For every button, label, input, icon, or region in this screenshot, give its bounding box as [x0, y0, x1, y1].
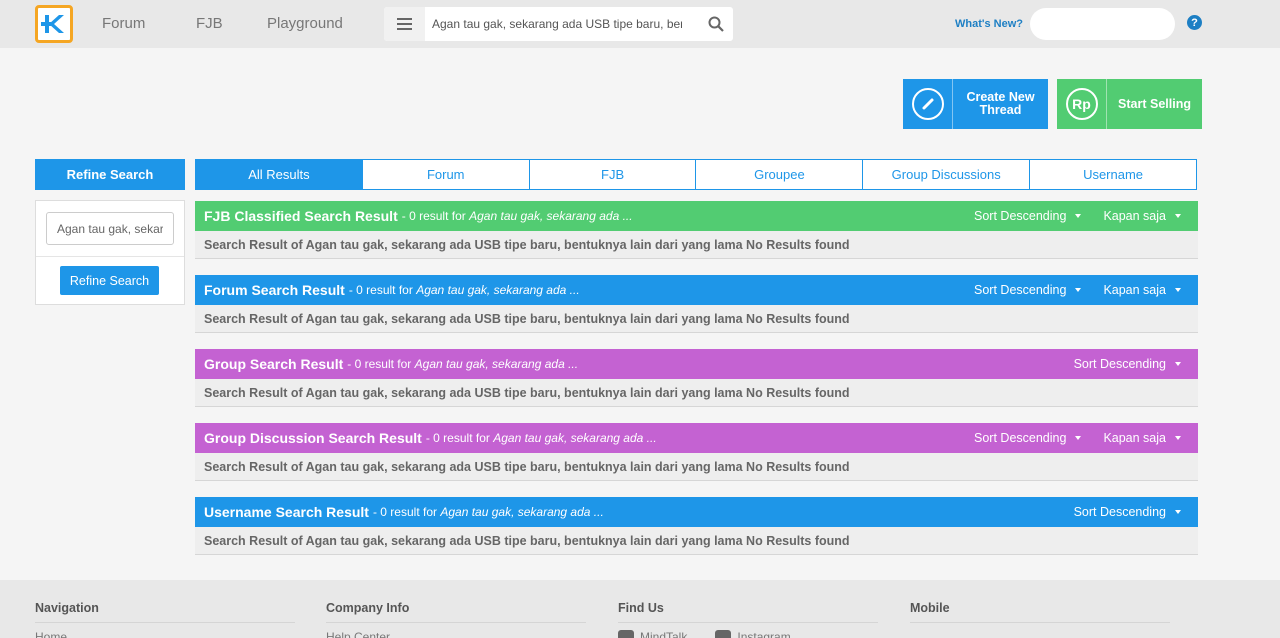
footer-company-info: Company Info Help Center — [326, 601, 586, 638]
refine-search-input[interactable] — [46, 212, 174, 245]
time-filter-dropdown[interactable]: Kapan saja — [1103, 209, 1181, 223]
refine-search-button[interactable]: Refine Search — [60, 266, 159, 295]
hamburger-icon — [397, 18, 412, 30]
footer-column-title: Mobile — [910, 601, 1170, 623]
time-filter-dropdown[interactable]: Kapan saja — [1103, 431, 1181, 445]
caret-down-icon — [1075, 288, 1082, 292]
footer-link-instagram[interactable]: Instagram — [737, 630, 790, 638]
tab-groupee[interactable]: Groupee — [695, 160, 862, 189]
caret-down-icon — [1175, 362, 1181, 366]
footer: Navigation Home Company Info Help Center… — [0, 580, 1280, 638]
section-title: Group Search Result — [204, 356, 344, 372]
caret-down-icon — [1175, 510, 1181, 514]
caret-down-icon — [1075, 214, 1082, 218]
kaskus-k-logo-icon — [41, 15, 64, 33]
top-navbar: Forum FJB Playground What's New? ? — [0, 0, 1280, 48]
divider — [36, 256, 184, 257]
footer-find-us: Find Us MindTalk Instagram — [618, 601, 878, 638]
kaskus-logo[interactable] — [35, 5, 73, 43]
tab-fjb[interactable]: FJB — [528, 160, 696, 189]
sort-dropdown[interactable]: Sort Descending — [974, 209, 1082, 223]
time-filter-dropdown[interactable]: Kapan saja — [1103, 283, 1181, 297]
footer-link-home[interactable]: Home — [35, 630, 295, 638]
start-selling-button[interactable]: Rp Start Selling — [1057, 79, 1202, 129]
nav-playground[interactable]: Playground — [267, 15, 343, 32]
fjb-classified-result-section: FJB Classified Search Result - 0 result … — [195, 201, 1198, 259]
search-input[interactable] — [432, 14, 682, 34]
tab-forum[interactable]: Forum — [361, 160, 529, 189]
section-body: Search Result of Agan tau gak, sekarang … — [195, 453, 1198, 481]
group-discussion-result-section: Group Discussion Search Result - 0 resul… — [195, 423, 1198, 481]
section-title: Forum Search Result — [204, 282, 345, 298]
section-header: Username Search Result - 0 result for Ag… — [195, 497, 1198, 527]
group-result-section: Group Search Result - 0 result for Agan … — [195, 349, 1198, 407]
username-result-section: Username Search Result - 0 result for Ag… — [195, 497, 1198, 555]
rupiah-icon: Rp — [1065, 88, 1098, 120]
footer-navigation: Navigation Home — [35, 601, 295, 638]
section-meta: - 0 result for Agan tau gak, sekarang ad… — [348, 283, 580, 297]
section-header: Group Search Result - 0 result for Agan … — [195, 349, 1198, 379]
section-header: FJB Classified Search Result - 0 result … — [195, 201, 1198, 231]
sort-dropdown[interactable]: Sort Descending — [974, 283, 1082, 297]
caret-down-icon — [1175, 436, 1181, 440]
forum-result-section: Forum Search Result - 0 result for Agan … — [195, 275, 1198, 333]
create-new-thread-button[interactable]: Create New Thread — [903, 79, 1048, 129]
caret-down-icon — [1175, 214, 1181, 218]
result-tabs: All Results Forum FJB Groupee Group Disc… — [195, 159, 1197, 190]
sort-dropdown[interactable]: Sort Descending — [974, 431, 1082, 445]
section-body: Search Result of Agan tau gak, sekarang … — [195, 305, 1198, 333]
tab-username[interactable]: Username — [1029, 160, 1196, 189]
section-header: Forum Search Result - 0 result for Agan … — [195, 275, 1198, 305]
search-menu-button[interactable] — [384, 7, 425, 41]
pencil-icon — [911, 88, 944, 120]
section-title: Group Discussion Search Result — [204, 430, 422, 446]
start-selling-label: Start Selling — [1118, 96, 1191, 111]
nav-forum[interactable]: Forum — [102, 15, 145, 32]
footer-column-title: Navigation — [35, 601, 295, 623]
user-account-menu[interactable] — [1030, 8, 1175, 40]
footer-link-help-center[interactable]: Help Center — [326, 630, 586, 638]
footer-column-title: Find Us — [618, 601, 878, 623]
caret-down-icon — [1075, 436, 1082, 440]
section-meta: - 0 result for Agan tau gak, sekarang ad… — [372, 505, 604, 519]
footer-mobile: Mobile — [910, 601, 1170, 623]
footer-link-mindtalk[interactable]: MindTalk — [640, 630, 687, 638]
refine-search-title: Refine Search — [35, 159, 185, 190]
section-title: Username Search Result — [204, 504, 369, 520]
mindtalk-icon — [618, 630, 634, 638]
section-body: Search Result of Agan tau gak, sekarang … — [195, 379, 1198, 407]
section-meta: - 0 result for Agan tau gak, sekarang ad… — [347, 357, 579, 371]
section-title: FJB Classified Search Result — [204, 208, 398, 224]
sort-dropdown[interactable]: Sort Descending — [1074, 357, 1181, 371]
section-body: Search Result of Agan tau gak, sekarang … — [195, 231, 1198, 259]
whats-new-link[interactable]: What's New? — [955, 18, 1023, 30]
section-meta: - 0 result for Agan tau gak, sekarang ad… — [425, 431, 657, 445]
section-body: Search Result of Agan tau gak, sekarang … — [195, 527, 1198, 555]
refine-search-panel: Refine Search — [35, 200, 185, 305]
help-icon[interactable]: ? — [1187, 15, 1202, 30]
tab-all-results[interactable]: All Results — [196, 160, 362, 189]
instagram-icon — [715, 630, 732, 638]
section-header: Group Discussion Search Result - 0 resul… — [195, 423, 1198, 453]
sort-dropdown[interactable]: Sort Descending — [1074, 505, 1181, 519]
caret-down-icon — [1175, 288, 1181, 292]
search-icon[interactable] — [707, 15, 725, 33]
tab-group-discussions[interactable]: Group Discussions — [862, 160, 1029, 189]
search-bar — [384, 7, 733, 41]
create-new-thread-label: Create New Thread — [966, 90, 1035, 117]
footer-column-title: Company Info — [326, 601, 586, 623]
nav-fjb[interactable]: FJB — [196, 15, 223, 32]
section-meta: - 0 result for Agan tau gak, sekarang ad… — [401, 209, 633, 223]
